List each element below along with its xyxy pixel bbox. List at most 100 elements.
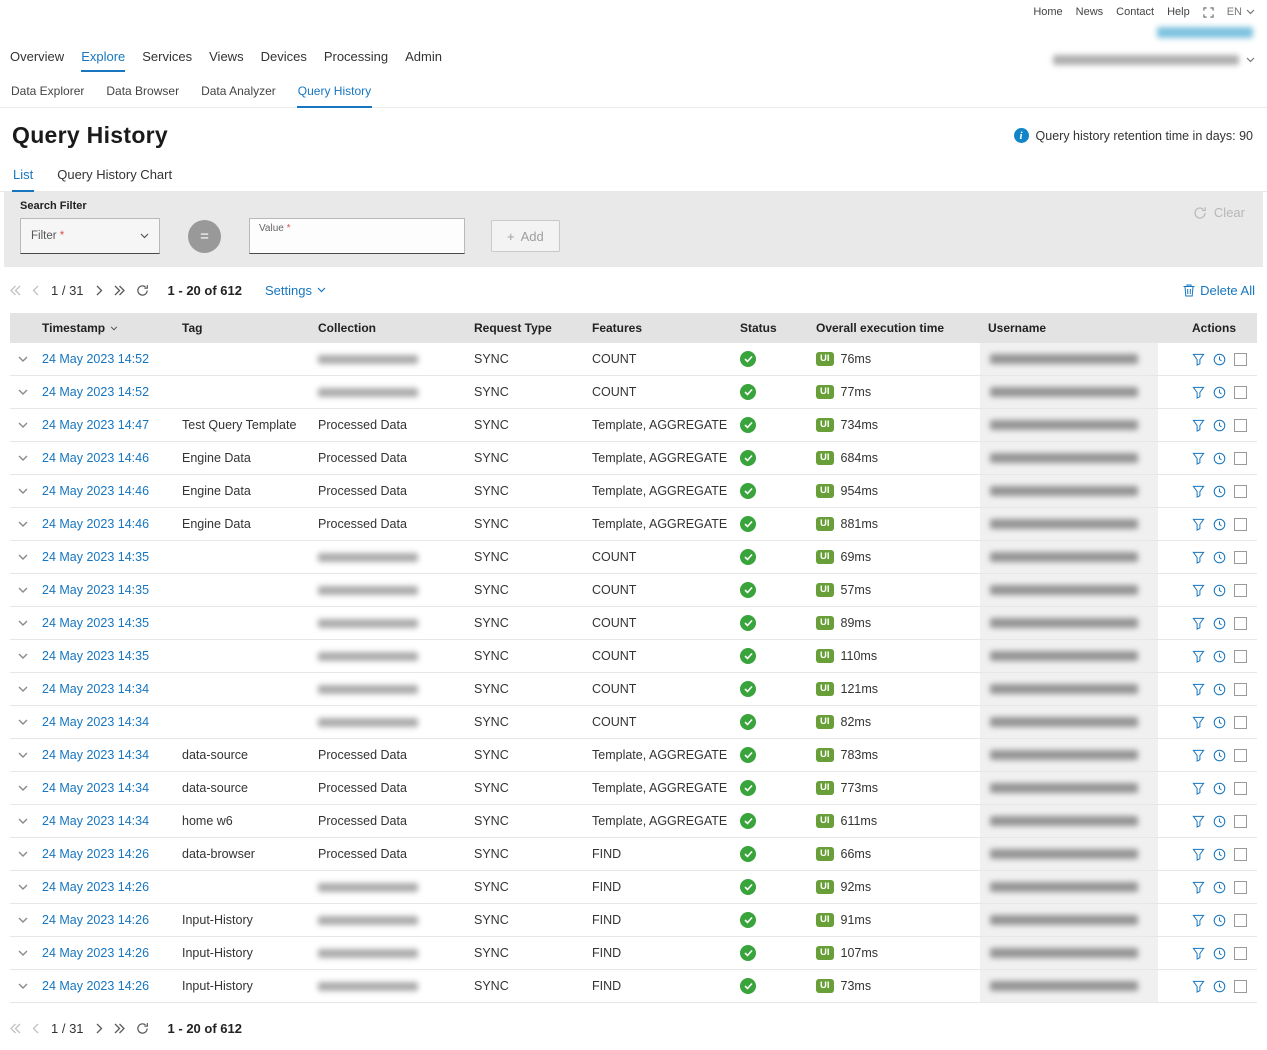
filter-icon[interactable] bbox=[1192, 914, 1205, 927]
row-checkbox[interactable] bbox=[1234, 815, 1247, 828]
tab-list[interactable]: List bbox=[12, 163, 34, 191]
clock-icon[interactable] bbox=[1213, 716, 1226, 729]
row-checkbox[interactable] bbox=[1234, 353, 1247, 366]
timestamp-link[interactable]: 24 May 2023 14:46 bbox=[42, 484, 149, 498]
current-user-redacted[interactable] bbox=[1157, 27, 1253, 38]
last-page-button[interactable] bbox=[114, 1023, 125, 1034]
refresh-button[interactable] bbox=[136, 1022, 149, 1035]
filter-icon[interactable] bbox=[1192, 584, 1205, 597]
nav-item-processing[interactable]: Processing bbox=[324, 45, 388, 72]
filter-icon[interactable] bbox=[1192, 716, 1205, 729]
timestamp-link[interactable]: 24 May 2023 14:52 bbox=[42, 385, 149, 399]
row-expand-chevron-down-icon[interactable] bbox=[18, 950, 28, 956]
operator-button[interactable]: = bbox=[188, 220, 221, 253]
row-expand-chevron-down-icon[interactable] bbox=[18, 620, 28, 626]
row-checkbox[interactable] bbox=[1234, 419, 1247, 432]
tab-query-history-chart[interactable]: Query History Chart bbox=[56, 163, 173, 191]
row-expand-chevron-down-icon[interactable] bbox=[18, 356, 28, 362]
clock-icon[interactable] bbox=[1213, 749, 1226, 762]
row-checkbox[interactable] bbox=[1234, 980, 1247, 993]
timestamp-link[interactable]: 24 May 2023 14:26 bbox=[42, 913, 149, 927]
row-expand-chevron-down-icon[interactable] bbox=[18, 917, 28, 923]
clock-icon[interactable] bbox=[1213, 452, 1226, 465]
language-selector[interactable]: EN bbox=[1227, 6, 1255, 18]
nav-item-explore[interactable]: Explore bbox=[81, 45, 125, 72]
timestamp-link[interactable]: 24 May 2023 14:35 bbox=[42, 583, 149, 597]
clock-icon[interactable] bbox=[1213, 485, 1226, 498]
row-checkbox[interactable] bbox=[1234, 683, 1247, 696]
row-checkbox[interactable] bbox=[1234, 914, 1247, 927]
clock-icon[interactable] bbox=[1213, 980, 1226, 993]
filter-icon[interactable] bbox=[1192, 848, 1205, 861]
timestamp-link[interactable]: 24 May 2023 14:35 bbox=[42, 616, 149, 630]
filter-icon[interactable] bbox=[1192, 980, 1205, 993]
row-expand-chevron-down-icon[interactable] bbox=[18, 521, 28, 527]
filter-icon[interactable] bbox=[1192, 386, 1205, 399]
filter-icon[interactable] bbox=[1192, 551, 1205, 564]
clock-icon[interactable] bbox=[1213, 584, 1226, 597]
subnav-data-analyzer[interactable]: Data Analyzer bbox=[200, 75, 277, 107]
subnav-data-browser[interactable]: Data Browser bbox=[105, 75, 180, 107]
row-checkbox[interactable] bbox=[1234, 848, 1247, 861]
clock-icon[interactable] bbox=[1213, 683, 1226, 696]
delete-all-button[interactable]: Delete All bbox=[1183, 283, 1255, 298]
row-checkbox[interactable] bbox=[1234, 386, 1247, 399]
row-checkbox[interactable] bbox=[1234, 452, 1247, 465]
tenant-selector[interactable] bbox=[1053, 55, 1255, 72]
filter-icon[interactable] bbox=[1192, 353, 1205, 366]
clock-icon[interactable] bbox=[1213, 518, 1226, 531]
settings-button[interactable]: Settings bbox=[265, 283, 326, 298]
row-expand-chevron-down-icon[interactable] bbox=[18, 719, 28, 725]
clock-icon[interactable] bbox=[1213, 782, 1226, 795]
clock-icon[interactable] bbox=[1213, 353, 1226, 366]
row-checkbox[interactable] bbox=[1234, 947, 1247, 960]
row-expand-chevron-down-icon[interactable] bbox=[18, 851, 28, 857]
clock-icon[interactable] bbox=[1213, 650, 1226, 663]
clock-icon[interactable] bbox=[1213, 914, 1226, 927]
row-checkbox[interactable] bbox=[1234, 551, 1247, 564]
row-expand-chevron-down-icon[interactable] bbox=[18, 455, 28, 461]
news-link[interactable]: News bbox=[1076, 6, 1104, 18]
last-page-button[interactable] bbox=[114, 285, 125, 296]
filter-icon[interactable] bbox=[1192, 452, 1205, 465]
filter-icon[interactable] bbox=[1192, 419, 1205, 432]
nav-item-views[interactable]: Views bbox=[209, 45, 243, 72]
filter-icon[interactable] bbox=[1192, 782, 1205, 795]
row-checkbox[interactable] bbox=[1234, 881, 1247, 894]
fullscreen-icon[interactable] bbox=[1203, 7, 1214, 18]
filter-value-input[interactable] bbox=[258, 235, 456, 252]
row-checkbox[interactable] bbox=[1234, 617, 1247, 630]
timestamp-link[interactable]: 24 May 2023 14:34 bbox=[42, 682, 149, 696]
row-checkbox[interactable] bbox=[1234, 485, 1247, 498]
row-checkbox[interactable] bbox=[1234, 584, 1247, 597]
timestamp-link[interactable]: 24 May 2023 14:35 bbox=[42, 550, 149, 564]
nav-item-overview[interactable]: Overview bbox=[10, 45, 64, 72]
row-expand-chevron-down-icon[interactable] bbox=[18, 389, 28, 395]
filter-icon[interactable] bbox=[1192, 815, 1205, 828]
row-checkbox[interactable] bbox=[1234, 782, 1247, 795]
next-page-button[interactable] bbox=[96, 1023, 103, 1034]
clear-filters-button[interactable]: Clear bbox=[1193, 205, 1245, 220]
next-page-button[interactable] bbox=[96, 285, 103, 296]
filter-icon[interactable] bbox=[1192, 947, 1205, 960]
row-expand-chevron-down-icon[interactable] bbox=[18, 884, 28, 890]
filter-icon[interactable] bbox=[1192, 881, 1205, 894]
row-expand-chevron-down-icon[interactable] bbox=[18, 752, 28, 758]
row-expand-chevron-down-icon[interactable] bbox=[18, 488, 28, 494]
filter-icon[interactable] bbox=[1192, 518, 1205, 531]
timestamp-link[interactable]: 24 May 2023 14:52 bbox=[42, 352, 149, 366]
row-expand-chevron-down-icon[interactable] bbox=[18, 785, 28, 791]
row-checkbox[interactable] bbox=[1234, 518, 1247, 531]
add-filter-button[interactable]: + Add bbox=[491, 220, 560, 252]
timestamp-link[interactable]: 24 May 2023 14:35 bbox=[42, 649, 149, 663]
row-expand-chevron-down-icon[interactable] bbox=[18, 983, 28, 989]
clock-icon[interactable] bbox=[1213, 551, 1226, 564]
row-expand-chevron-down-icon[interactable] bbox=[18, 686, 28, 692]
home-link[interactable]: Home bbox=[1033, 6, 1062, 18]
row-expand-chevron-down-icon[interactable] bbox=[18, 818, 28, 824]
row-checkbox[interactable] bbox=[1234, 716, 1247, 729]
clock-icon[interactable] bbox=[1213, 617, 1226, 630]
timestamp-link[interactable]: 24 May 2023 14:34 bbox=[42, 715, 149, 729]
row-expand-chevron-down-icon[interactable] bbox=[18, 422, 28, 428]
filter-icon[interactable] bbox=[1192, 683, 1205, 696]
